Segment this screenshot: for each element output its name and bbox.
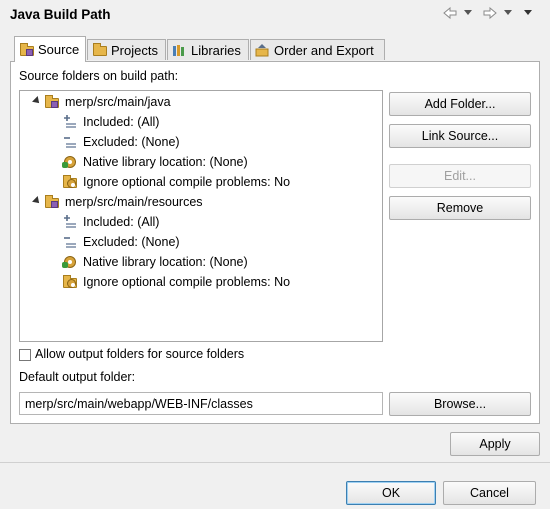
remove-button[interactable]: Remove: [389, 196, 531, 220]
tab-libraries[interactable]: Libraries: [167, 39, 249, 60]
forward-history-dropdown-icon[interactable]: [504, 10, 512, 15]
expand-twisty-icon[interactable]: [32, 96, 42, 106]
tab-projects[interactable]: Projects: [87, 39, 166, 60]
dialog-title: Java Build Path: [10, 7, 111, 22]
edit-button[interactable]: Edit...: [389, 164, 531, 188]
tree-item-excluded[interactable]: Excluded: (None): [62, 232, 180, 252]
tree-item-native-library[interactable]: Native library location: (None): [62, 252, 248, 272]
ignore-problems-icon: [62, 175, 78, 189]
cancel-button[interactable]: Cancel: [443, 481, 536, 505]
tree-item-ignore-optional[interactable]: Ignore optional compile problems: No: [62, 272, 290, 292]
exclusion-filter-icon: [62, 135, 78, 149]
tree-item-label: Ignore optional compile problems: No: [83, 175, 291, 189]
default-output-folder-field[interactable]: merp/src/main/webapp/WEB-INF/classes: [19, 392, 383, 415]
default-output-folder-label: Default output folder:: [19, 370, 136, 384]
tree-item-excluded[interactable]: Excluded: (None): [62, 132, 180, 152]
tree-item-label: merp/src/main/java: [65, 95, 171, 109]
forward-arrow-icon[interactable]: [482, 6, 498, 23]
tree-item-native-library[interactable]: Native library location: (None): [62, 152, 248, 172]
back-arrow-icon[interactable]: [442, 6, 458, 23]
tab-projects-label: Projects: [111, 42, 158, 58]
native-library-icon: [62, 255, 78, 269]
tree-item-ignore-optional[interactable]: Ignore optional compile problems: No: [62, 172, 290, 192]
tab-order-and-export-label: Order and Export: [274, 42, 374, 58]
allow-output-folders-label: Allow output folders for source folders: [35, 347, 245, 361]
exclusion-filter-icon: [62, 235, 78, 249]
tree-item-included[interactable]: Included: (All): [62, 212, 159, 232]
order-export-icon: [255, 43, 269, 57]
tab-source[interactable]: Source: [14, 36, 86, 62]
apply-button[interactable]: Apply: [450, 432, 540, 456]
source-folder-icon: [44, 195, 60, 209]
tree-item-folder[interactable]: merp/src/main/resources: [44, 192, 203, 212]
library-icon: [172, 43, 186, 57]
footer-divider: [0, 462, 550, 463]
native-library-icon: [62, 155, 78, 169]
back-history-dropdown-icon[interactable]: [464, 10, 472, 15]
source-folder-icon: [44, 95, 60, 109]
tab-libraries-label: Libraries: [191, 42, 241, 58]
tab-order-and-export[interactable]: Order and Export: [250, 39, 385, 60]
tree-item-folder[interactable]: merp/src/main/java: [44, 92, 171, 112]
tree-item-label: Excluded: (None): [83, 135, 180, 149]
tab-source-label: Source: [38, 42, 80, 57]
inclusion-filter-icon: [62, 215, 78, 229]
source-folder-icon: [19, 42, 34, 57]
tree-item-label: Ignore optional compile problems: No: [83, 275, 291, 289]
view-menu-icon[interactable]: [524, 10, 532, 15]
project-folder-icon: [92, 43, 107, 57]
tree-item-label: Excluded: (None): [83, 235, 180, 249]
source-folders-heading: Source folders on build path:: [19, 69, 179, 83]
ok-button[interactable]: OK: [346, 481, 436, 505]
expand-twisty-icon[interactable]: [32, 196, 42, 206]
add-folder-button[interactable]: Add Folder...: [389, 92, 531, 116]
tree-item-label: Native library location: (None): [83, 155, 248, 169]
tree-item-label: Included: (All): [83, 215, 160, 229]
source-folder-tree[interactable]: merp/src/main/java Included: (All) Exclu…: [19, 90, 383, 342]
tree-item-included[interactable]: Included: (All): [62, 112, 159, 132]
tree-item-label: Included: (All): [83, 115, 160, 129]
tree-item-label: Native library location: (None): [83, 255, 248, 269]
ignore-problems-icon: [62, 275, 78, 289]
allow-output-folders-checkbox[interactable]: [19, 349, 31, 361]
browse-button[interactable]: Browse...: [389, 392, 531, 416]
link-source-button[interactable]: Link Source...: [389, 124, 531, 148]
inclusion-filter-icon: [62, 115, 78, 129]
tree-item-label: merp/src/main/resources: [65, 195, 203, 209]
